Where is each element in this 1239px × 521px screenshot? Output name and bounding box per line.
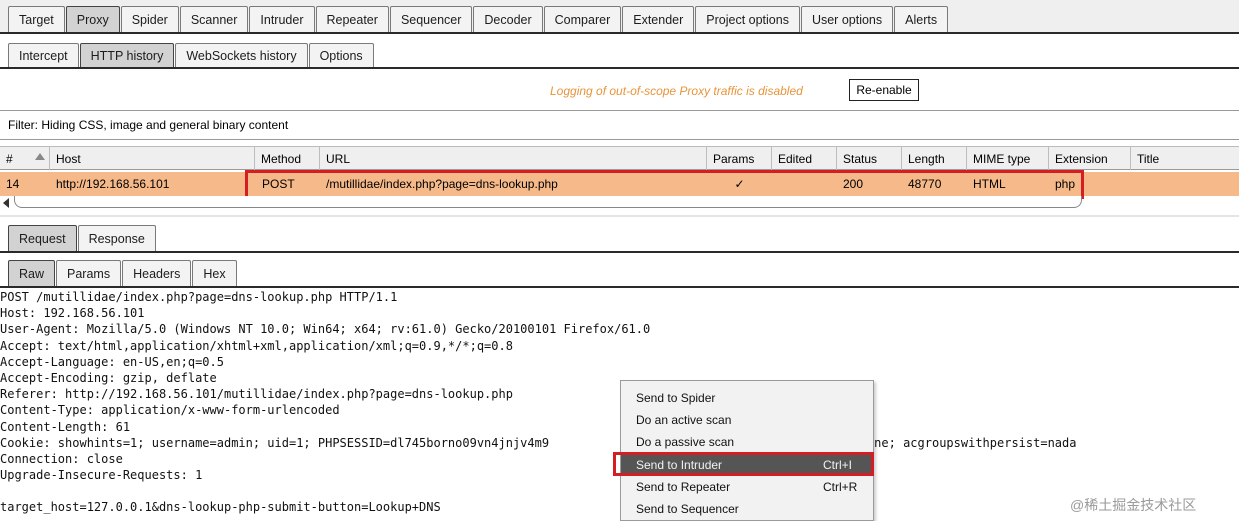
row-host: http://192.168.56.101 <box>56 177 170 191</box>
history-table-header: # Host Method URL Params Edited Status L… <box>0 146 1239 170</box>
request-header-accept-language: Accept-Language: en-US,en;q=0.5 <box>0 354 224 369</box>
scrollbar-thumb[interactable] <box>14 196 1082 208</box>
row-number: 14 <box>6 177 20 191</box>
view-tab-bar: Raw Params Headers Hex <box>0 256 1239 288</box>
tab-user-options[interactable]: User options <box>800 6 894 32</box>
menu-item-active-scan[interactable]: Do an active scan <box>621 409 873 431</box>
tab-hex[interactable]: Hex <box>192 260 237 286</box>
col-length[interactable]: Length <box>902 147 967 170</box>
logging-notice-bar: Logging of out-of-scope Proxy traffic is… <box>0 73 1239 107</box>
tab-websockets-history[interactable]: WebSockets history <box>175 43 308 67</box>
request-header-user-agent: User-Agent: Mozilla/5.0 (Windows NT 10.0… <box>0 322 651 337</box>
col-edited[interactable]: Edited <box>772 147 837 170</box>
col-method[interactable]: Method <box>255 147 320 170</box>
tab-request[interactable]: Request <box>8 225 77 251</box>
context-menu: Send to Spider Do an active scan Do a pa… <box>620 380 874 521</box>
menu-item-send-to-spider[interactable]: Send to Spider <box>621 387 873 409</box>
tab-proxy-options[interactable]: Options <box>308 43 374 67</box>
tab-extender[interactable]: Extender <box>622 6 695 32</box>
pane-divider[interactable] <box>0 215 1239 217</box>
tab-comparer[interactable]: Comparer <box>543 6 622 32</box>
row-title <box>1131 172 1239 196</box>
logging-notice-text: Logging of out-of-scope Proxy traffic is… <box>550 84 803 98</box>
menu-item-send-to-intruder[interactable]: Send to Intruder Ctrl+I <box>621 454 873 476</box>
re-enable-button[interactable]: Re-enable <box>849 79 919 101</box>
sort-ascending-icon <box>35 153 45 160</box>
tab-decoder[interactable]: Decoder <box>473 6 543 32</box>
row-length: 48770 <box>908 177 942 191</box>
tab-intercept[interactable]: Intercept <box>8 43 79 67</box>
request-header-host: Host: 192.168.56.101 <box>0 306 145 321</box>
col-mime-type[interactable]: MIME type <box>967 147 1049 170</box>
request-line: POST /mutillidae/index.php?page=dns-look… <box>0 290 398 304</box>
col-status[interactable]: Status <box>837 147 902 170</box>
menu-item-send-to-sequencer[interactable]: Send to Sequencer <box>621 498 873 520</box>
row-extension: php <box>1055 177 1076 191</box>
tab-response[interactable]: Response <box>77 225 156 251</box>
tab-project-options[interactable]: Project options <box>695 6 800 32</box>
col-title[interactable]: Title <box>1131 147 1239 170</box>
tab-target[interactable]: Target <box>8 6 65 32</box>
tab-headers[interactable]: Headers <box>122 260 192 286</box>
filter-text: Filter: Hiding CSS, image and general bi… <box>8 118 289 132</box>
scroll-left-arrow-icon[interactable] <box>3 198 9 208</box>
watermark: @稀土掘金技术社区 <box>1070 497 1197 513</box>
proxy-tab-bar: Intercept HTTP history WebSockets histor… <box>0 39 1239 69</box>
tab-alerts[interactable]: Alerts <box>894 6 949 32</box>
filter-bar[interactable]: Filter: Hiding CSS, image and general bi… <box>0 110 1239 140</box>
tab-spider[interactable]: Spider <box>120 6 179 32</box>
tab-proxy[interactable]: Proxy <box>65 6 120 32</box>
tab-intruder[interactable]: Intruder <box>249 6 315 32</box>
request-header-accept: Accept: text/html,application/xhtml+xml,… <box>0 338 513 353</box>
row-mime-type: HTML <box>973 177 1006 191</box>
col-host[interactable]: Host <box>50 147 255 170</box>
col-number[interactable]: # <box>0 147 50 170</box>
row-method: POST <box>262 177 295 191</box>
tab-http-history[interactable]: HTTP history <box>79 43 175 67</box>
row-params-check-icon: ✓ <box>734 177 745 191</box>
tab-raw[interactable]: Raw <box>8 260 56 286</box>
row-url: /mutillidae/index.php?page=dns-lookup.ph… <box>326 177 558 191</box>
col-url[interactable]: URL <box>320 147 707 170</box>
table-row[interactable]: 14 http://192.168.56.101 POST /mutillida… <box>0 172 1239 196</box>
col-extension[interactable]: Extension <box>1049 147 1131 170</box>
tab-params[interactable]: Params <box>56 260 122 286</box>
col-params[interactable]: Params <box>707 147 772 170</box>
tab-scanner[interactable]: Scanner <box>179 6 249 32</box>
tab-repeater[interactable]: Repeater <box>315 6 389 32</box>
menu-item-passive-scan[interactable]: Do a passive scan <box>621 431 873 453</box>
message-tab-bar: Request Response <box>0 221 1239 253</box>
tab-sequencer[interactable]: Sequencer <box>389 6 473 32</box>
menu-item-send-to-repeater[interactable]: Send to Repeater Ctrl+R <box>621 476 873 498</box>
row-edited <box>772 172 837 196</box>
row-status: 200 <box>843 177 864 191</box>
main-tab-bar: Target Proxy Spider Scanner Intruder Rep… <box>0 0 1239 34</box>
history-horizontal-scrollbar[interactable] <box>0 196 1239 210</box>
